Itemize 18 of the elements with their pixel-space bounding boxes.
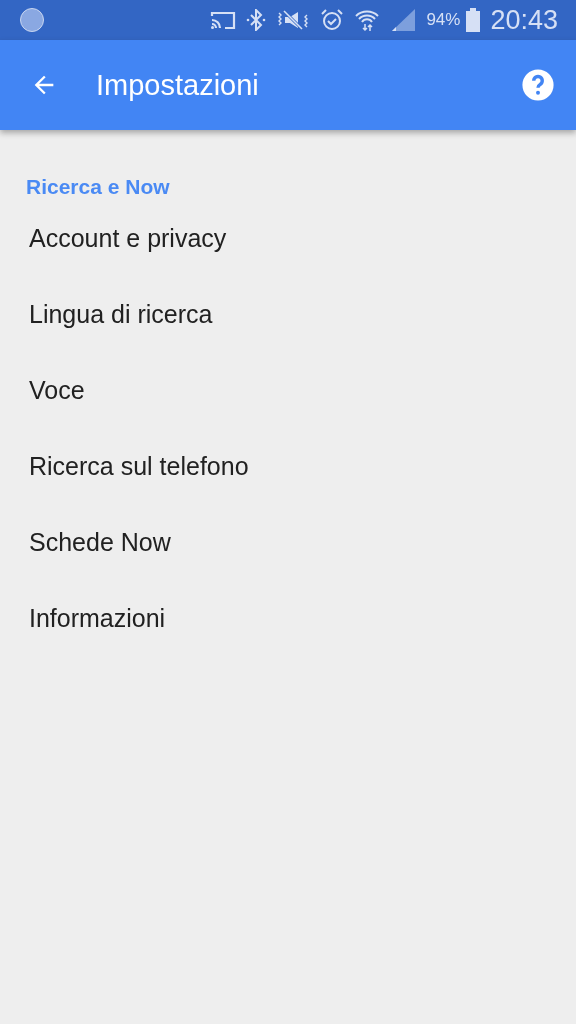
settings-item[interactable]: Lingua di ricerca	[0, 276, 576, 352]
notification-dot-icon	[20, 8, 44, 32]
bluetooth-icon	[246, 9, 267, 31]
wifi-icon	[354, 8, 381, 32]
section-header: Ricerca e Now	[25, 174, 171, 200]
signal-icon	[390, 8, 417, 32]
settings-item[interactable]: Account e privacy	[0, 200, 576, 276]
app-bar-title: Impostazioni	[96, 68, 259, 102]
clock: 20:43	[490, 4, 558, 36]
settings-item[interactable]: Ricerca sul telefono	[0, 428, 576, 504]
settings-item[interactable]: Informazioni	[0, 580, 576, 656]
battery-percentage: 94%	[426, 10, 461, 30]
help-icon	[521, 68, 555, 102]
alarm-icon	[320, 8, 345, 32]
settings-item[interactable]: Schede Now	[0, 504, 576, 580]
settings-item[interactable]: Voce	[0, 352, 576, 428]
cast-icon	[210, 10, 237, 30]
battery-icon	[466, 8, 481, 32]
